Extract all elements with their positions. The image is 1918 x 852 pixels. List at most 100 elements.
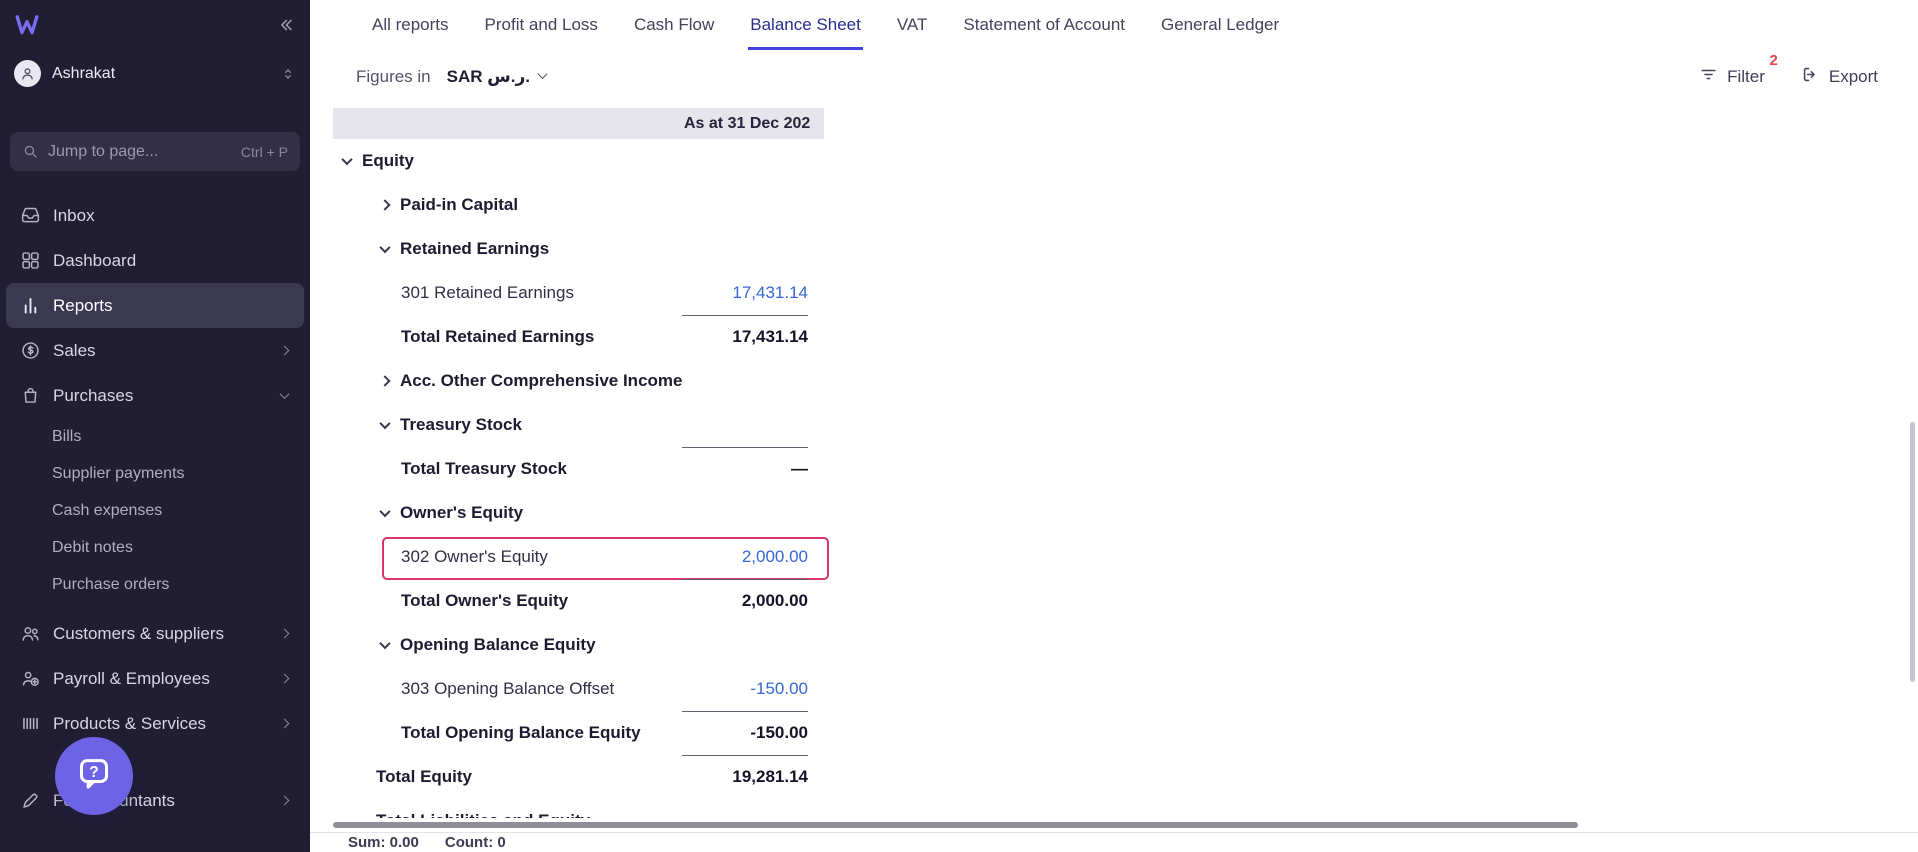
vertical-scrollbar-thumb[interactable] [1910,422,1915,682]
collapse-double-chevron-icon[interactable] [276,15,296,35]
sidebar-item-sales[interactable]: Sales [6,328,304,373]
tab-all-reports[interactable]: All reports [370,0,451,50]
report-row-paid-in-capital[interactable]: Paid-in Capital [333,183,824,227]
account-label-cell: Opening Balance Equity [333,623,682,667]
report-row-opening-balance-equity[interactable]: Opening Balance Equity [333,623,824,667]
account-balance-link[interactable]: 17,431.14 [732,283,808,303]
report-row-total-owner-s-equity: Total Owner's Equity2,000.00 [333,579,824,623]
sidebar-item-label: Inbox [53,206,95,226]
main-panel: All reports Profit and Loss Cash Flow Balan… [310,0,1918,852]
toolbar-actions: Filter 2 Export [1699,65,1878,89]
sidebar-item-inbox[interactable]: Inbox [6,193,304,238]
help-button[interactable]: ? [55,737,133,815]
tab-balance-sheet[interactable]: Balance Sheet [748,0,863,50]
tab-statement-of-account[interactable]: Statement of Account [961,0,1127,50]
account-label-cell: Total Liabilities and Equity [333,799,682,818]
account-label-cell: 302 Owner's Equity [333,535,682,579]
account-label-cell: Retained Earnings [333,227,682,271]
row-label: Acc. Other Comprehensive Income [400,371,682,391]
row-value: 2,000.00 [742,591,808,611]
account-balance-link[interactable]: -150.00 [750,679,808,699]
sidebar-subitem-label: Supplier payments [52,465,185,483]
sidebar-item-reports[interactable]: Reports [6,283,304,328]
amount-cell: -150.00 [682,711,824,755]
chevron-right-icon [280,674,290,684]
tab-label: Statement of Account [963,15,1125,35]
account-label-cell: Total Opening Balance Equity [333,711,682,755]
chevron-down-icon [381,641,400,649]
sales-icon [20,340,41,361]
sidebar-item-customers-suppliers[interactable]: Customers & suppliers [6,611,304,656]
filter-label: Filter [1727,67,1765,87]
wafeq-logo[interactable] [12,12,42,38]
chevron-down-icon [381,421,400,429]
account-label-cell: Total Equity [333,755,682,799]
total-rule [682,579,808,580]
sidebar-item-dashboard[interactable]: Dashboard [6,238,304,283]
sidebar-item-label: Dashboard [53,251,136,271]
search-icon [22,143,39,160]
sidebar-item-label: Payroll & Employees [53,669,210,689]
tab-general-ledger[interactable]: General Ledger [1159,0,1281,50]
products-icon [20,713,41,734]
sidebar-header [0,0,310,49]
status-bar: Sum: 0.00 Count: 0 [310,832,1918,852]
report-row-301-retained-earnings[interactable]: 301 Retained Earnings17,431.14 [333,271,824,315]
report-row-302-owner-s-equity[interactable]: 302 Owner's Equity 2,000.00 [333,535,824,579]
export-label: Export [1829,67,1878,87]
row-label: 303 Opening Balance Offset [401,679,614,699]
tab-label: VAT [897,15,928,35]
jump-to-page-search[interactable]: Jump to page... Ctrl + P [10,132,300,171]
report-tabs: All reports Profit and Loss Cash Flow Balan… [310,0,1918,50]
filter-button[interactable]: Filter 2 [1699,65,1765,89]
amount-cell [682,183,824,227]
export-button[interactable]: Export [1801,65,1878,89]
chevron-right-icon [280,719,290,729]
currency-selector[interactable]: SAR ر.س. [447,67,546,87]
amount-cell [682,359,824,403]
horizontal-scrollbar-thumb[interactable] [333,822,1578,828]
table-body: EquityPaid-in CapitalRetained Earnings30… [333,139,824,818]
row-value: — [791,459,808,479]
sidebar-item-products-services[interactable]: Products & Services [6,701,304,746]
user-switcher[interactable]: Ashrakat [0,49,310,98]
sidebar-item-purchases[interactable]: Purchases [6,373,304,418]
report-row-total-retained-earnings: Total Retained Earnings17,431.14 [333,315,824,359]
app-window: Ashrakat Jump to page... Ctrl + P Inbox D… [0,0,1918,852]
report-area: As at 31 Dec 202 EquityPaid-in CapitalRe… [310,104,1918,818]
search-placeholder: Jump to page... [48,143,158,161]
filter-icon [1699,65,1718,89]
account-label-cell: Treasury Stock [333,403,682,447]
sidebar-item-for-accountants[interactable]: For accountants [6,778,304,823]
filter-badge: 2 [1770,52,1778,69]
sidebar-subitem-cash-expenses[interactable]: Cash expenses [0,492,310,529]
report-row-retained-earnings[interactable]: Retained Earnings [333,227,824,271]
row-label: Total Equity [376,767,472,787]
sidebar-subitem-bills[interactable]: Bills [0,418,310,455]
row-label: 302 Owner's Equity [401,547,548,567]
report-row-treasury-stock[interactable]: Treasury Stock [333,403,824,447]
report-row-equity[interactable]: Equity [333,139,824,183]
tab-label: General Ledger [1161,15,1279,35]
tab-vat[interactable]: VAT [895,0,930,50]
sidebar-subitem-debit-notes[interactable]: Debit notes [0,529,310,566]
total-rule [682,711,808,712]
account-label-cell: Owner's Equity [333,491,682,535]
sidebar-subitem-purchase-orders[interactable]: Purchase orders [0,566,310,603]
amount-cell: — [682,447,824,491]
report-row-owner-s-equity[interactable]: Owner's Equity [333,491,824,535]
row-label: Total Opening Balance Equity [401,723,641,743]
svg-text:?: ? [89,763,99,780]
row-value: 19,281.14 [732,767,808,787]
account-balance-link[interactable]: 2,000.00 [742,547,808,567]
sidebar-subitem-supplier-payments[interactable]: Supplier payments [0,455,310,492]
accountants-icon [20,790,41,811]
report-row-acc-other-comprehensive-income[interactable]: Acc. Other Comprehensive Income [333,359,824,403]
report-row-303-opening-balance-offset[interactable]: 303 Opening Balance Offset -150.00 [333,667,824,711]
amount-cell [682,403,824,447]
tab-cash-flow[interactable]: Cash Flow [632,0,716,50]
tab-profit-and-loss[interactable]: Profit and Loss [483,0,600,50]
report-row-total-treasury-stock: Total Treasury Stock— [333,447,824,491]
sidebar-item-payroll-employees[interactable]: Payroll & Employees [6,656,304,701]
chevron-down-icon [538,69,548,79]
